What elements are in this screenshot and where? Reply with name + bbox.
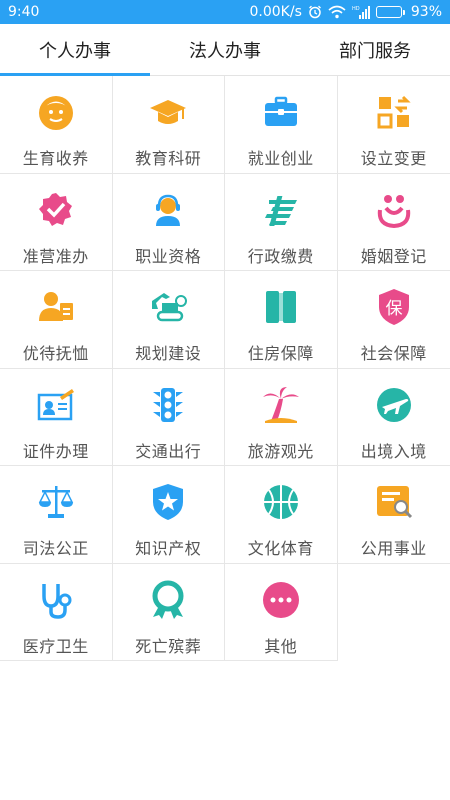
service-item-label: 婚姻登记 xyxy=(360,246,427,266)
graduation-cap-icon xyxy=(147,91,189,133)
svg-text:HD: HD xyxy=(352,6,360,12)
battery-percent: 93% xyxy=(410,4,442,20)
house-book-icon xyxy=(260,286,302,328)
service-item-label: 司法公正 xyxy=(22,539,89,558)
service-item-label: 准营准办 xyxy=(22,246,89,266)
alarm-icon xyxy=(308,5,322,19)
grid-row: 司法公正 知识产权 文化体育 公用事业 xyxy=(0,466,450,564)
marriage-icon xyxy=(373,189,415,231)
baby-icon xyxy=(35,91,77,133)
service-item[interactable]: 交通出行 xyxy=(113,368,225,465)
service-item[interactable]: 出境入境 xyxy=(338,369,450,466)
grid-row: 医疗卫生 死亡殡葬 其他 xyxy=(0,563,450,661)
service-item[interactable]: 设立变更 xyxy=(338,76,450,173)
exchange-icon xyxy=(373,91,415,133)
basketball-icon xyxy=(260,481,302,523)
grid-row: 生育收养 教育科研 就业创业 设立变更 xyxy=(0,76,450,174)
service-item[interactable]: 准营准办 xyxy=(0,173,113,270)
service-item[interactable]: 职业资格 xyxy=(113,173,225,270)
service-item-label: 社会保障 xyxy=(360,344,427,363)
service-item-label: 证件办理 xyxy=(22,441,89,461)
status-indicators: 0.00K/s HD 93% xyxy=(250,4,443,20)
battery-icon xyxy=(375,6,405,18)
service-item-label: 优待抚恤 xyxy=(22,344,89,363)
service-item-label: 规划建设 xyxy=(135,344,202,363)
tab-legal-person[interactable]: 法人办事 xyxy=(150,24,300,75)
person-card-icon xyxy=(35,286,77,328)
tab-bar: 个人办事 法人办事 部门服务 xyxy=(0,24,450,76)
service-item[interactable]: 行政缴费 xyxy=(225,173,338,270)
post-logo-icon xyxy=(260,189,302,231)
stethoscope-icon xyxy=(35,579,77,621)
briefcase-icon xyxy=(260,91,302,133)
service-item[interactable]: 公用事业 xyxy=(338,466,450,563)
service-item-label: 住房保障 xyxy=(247,344,314,363)
service-item-label: 知识产权 xyxy=(135,539,202,558)
tab-personal[interactable]: 个人办事 xyxy=(0,24,150,76)
net-speed: 0.00K/s xyxy=(249,4,302,20)
service-item[interactable]: 证件办理 xyxy=(0,368,113,465)
traffic-light-icon xyxy=(147,384,189,426)
status-time: 9:40 xyxy=(8,4,40,20)
service-item[interactable]: 医疗卫生 xyxy=(0,563,113,661)
service-item-label: 交通出行 xyxy=(135,441,202,461)
service-item-label: 教育科研 xyxy=(135,149,202,168)
more-icon xyxy=(260,579,302,621)
service-item-label: 设立变更 xyxy=(360,149,427,168)
service-item[interactable]: 生育收养 xyxy=(0,76,113,173)
service-item-label: 公用事业 xyxy=(360,539,427,558)
wifi-icon xyxy=(328,5,346,19)
service-item[interactable]: 住房保障 xyxy=(225,271,338,368)
service-item-label: 生育收养 xyxy=(22,149,89,168)
service-item[interactable]: 教育科研 xyxy=(113,76,225,173)
grid-row: 优待抚恤 规划建设 住房保障 保社会保障 xyxy=(0,271,450,369)
scales-icon xyxy=(35,481,77,523)
service-item[interactable]: 保社会保障 xyxy=(338,271,450,368)
service-item[interactable]: 知识产权 xyxy=(113,466,225,563)
customer-service-icon xyxy=(147,189,189,231)
signal-icon: HD xyxy=(352,5,370,19)
service-item[interactable]: 旅游观光 xyxy=(225,368,338,465)
palm-tree-icon xyxy=(260,384,302,426)
service-item[interactable]: 就业创业 xyxy=(225,76,338,173)
service-item-label: 行政缴费 xyxy=(247,246,314,266)
ribbon-wreath-icon xyxy=(147,579,189,621)
service-item-label: 其他 xyxy=(264,636,298,656)
tab-department[interactable]: 部门服务 xyxy=(300,24,450,75)
search-document-icon xyxy=(373,481,415,523)
service-item-label: 出境入境 xyxy=(360,441,427,461)
grid-row: 准营准办 职业资格 行政缴费 婚姻登记 xyxy=(0,173,450,271)
service-item[interactable]: 死亡殡葬 xyxy=(112,563,225,661)
service-item-label: 文化体育 xyxy=(247,539,314,558)
status-bar: 9:40 0.00K/s HD 93% xyxy=(0,0,450,24)
airplane-icon xyxy=(373,384,415,426)
service-item-label: 就业创业 xyxy=(247,149,314,168)
id-card-icon xyxy=(35,384,77,426)
service-item-label: 医疗卫生 xyxy=(22,636,89,656)
service-item[interactable]: 规划建设 xyxy=(113,271,225,368)
star-shield-icon xyxy=(147,481,189,523)
shield-bao-icon: 保 xyxy=(373,286,415,328)
approved-badge-icon xyxy=(35,189,77,231)
service-item[interactable]: 婚姻登记 xyxy=(338,174,450,271)
service-item[interactable]: 司法公正 xyxy=(0,466,113,563)
excavator-icon xyxy=(147,286,189,328)
service-item-label: 旅游观光 xyxy=(247,441,314,461)
service-item[interactable]: 文化体育 xyxy=(225,466,338,563)
service-item[interactable]: 其他 xyxy=(225,563,338,661)
service-item[interactable]: 优待抚恤 xyxy=(0,271,113,368)
service-item-label: 职业资格 xyxy=(135,246,202,266)
service-grid: 生育收养 教育科研 就业创业 设立变更准营准办 职业资格 行政缴费 婚姻登记优待抚恤 规划建设… xyxy=(0,76,450,661)
service-item-label: 死亡殡葬 xyxy=(135,636,202,656)
grid-row: 证件办理 交通出行 旅游观光 出境入境 xyxy=(0,368,450,466)
svg-text:保: 保 xyxy=(385,299,402,319)
